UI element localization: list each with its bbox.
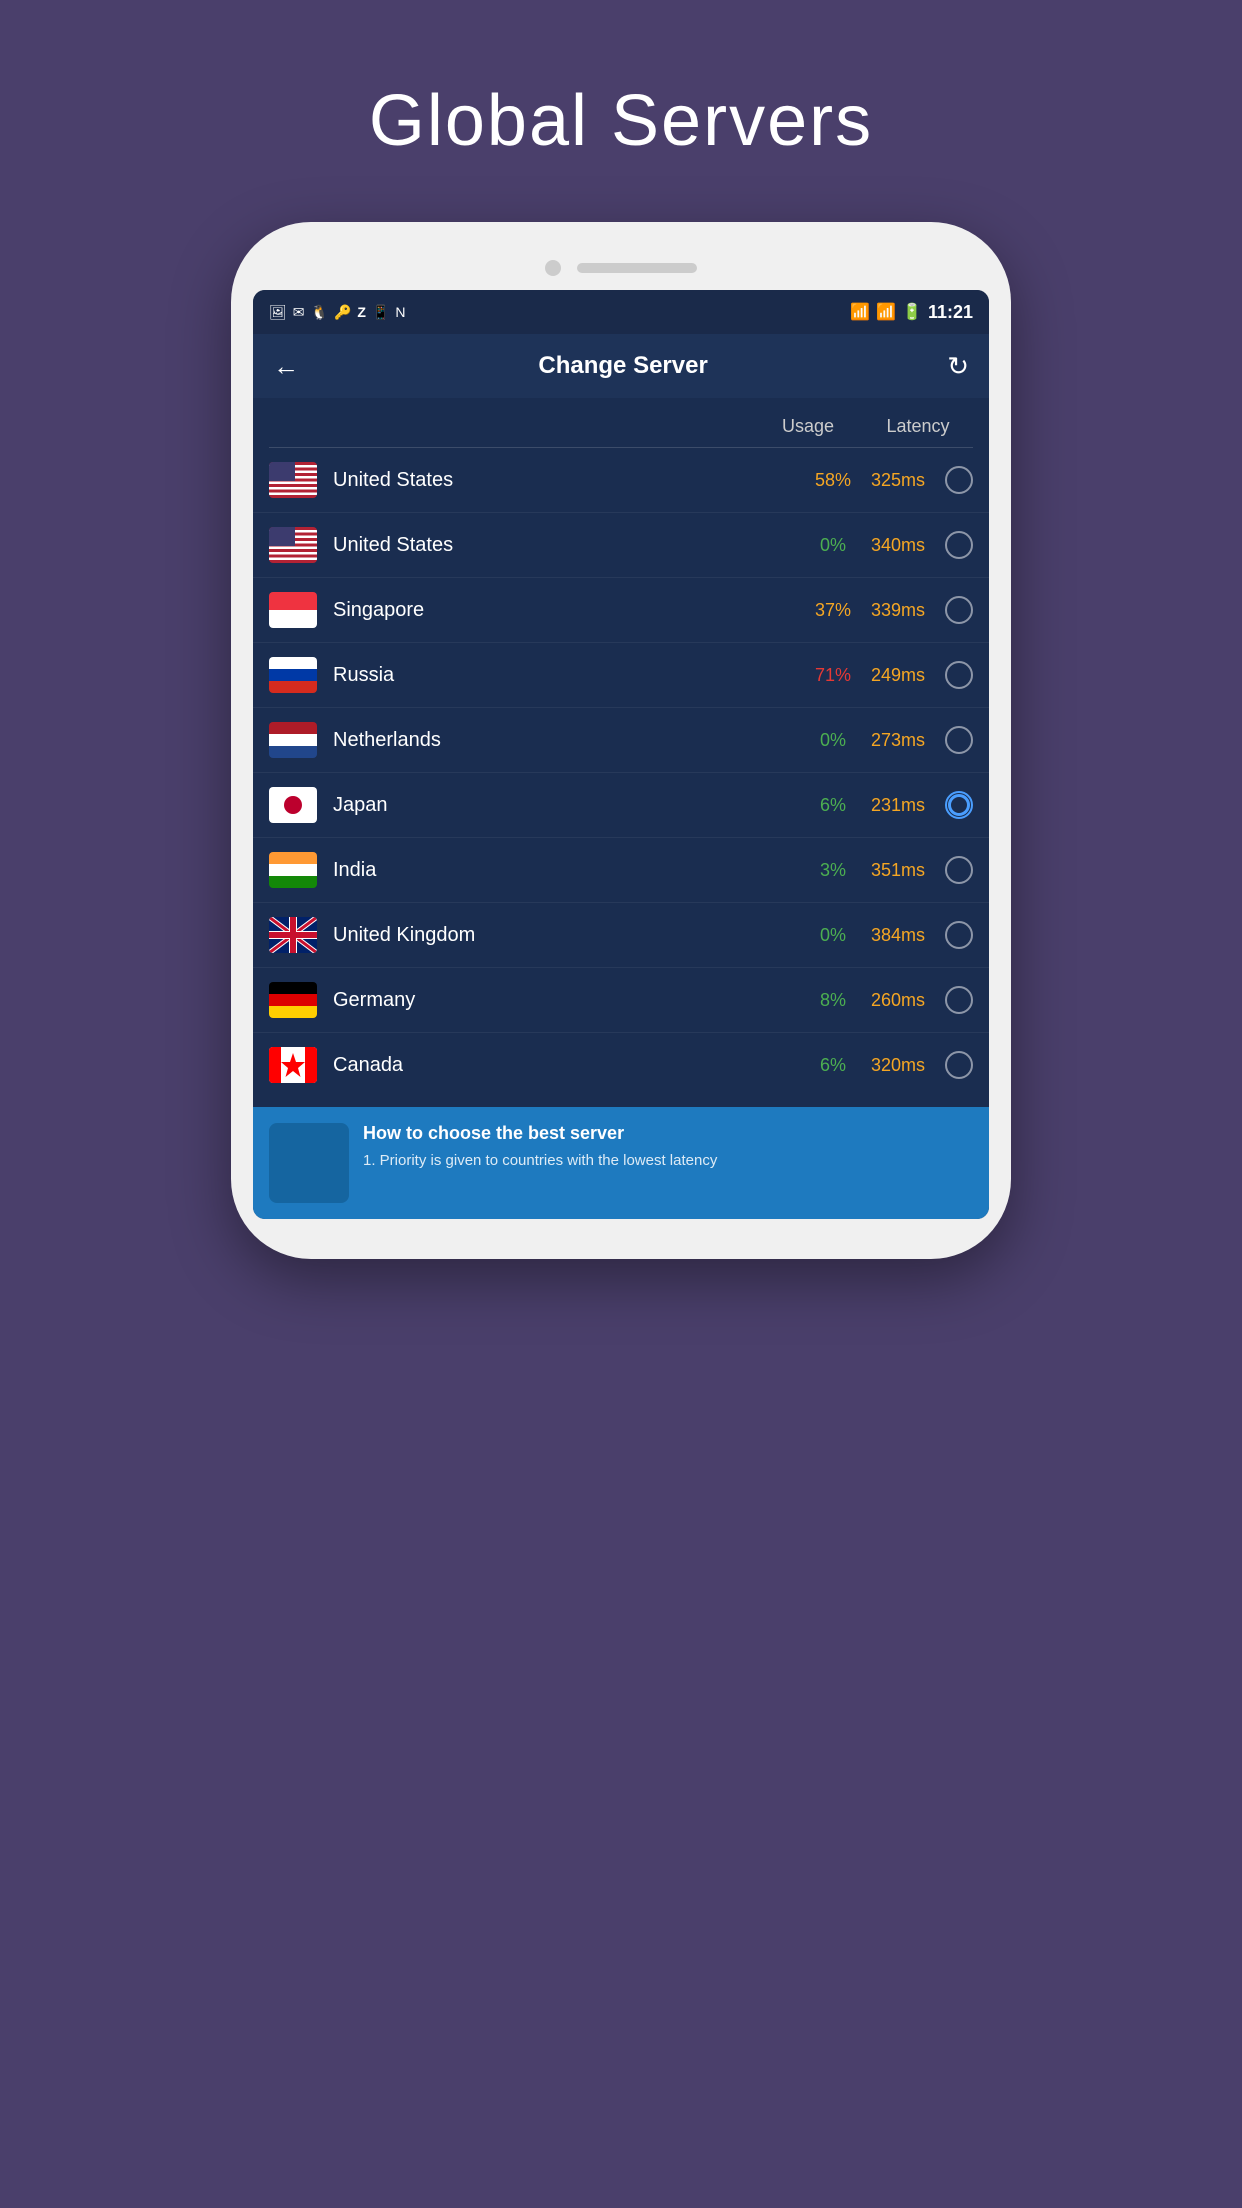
server-radio[interactable] <box>945 921 973 949</box>
status-icon-2: ✉ <box>293 304 305 321</box>
signal-icon: 📶 <box>876 302 896 322</box>
flag-nl <box>269 722 317 758</box>
server-name: Russia <box>333 664 803 687</box>
info-icon <box>269 1123 349 1203</box>
flag-de <box>269 982 317 1018</box>
status-icon-6: 📱 <box>372 304 389 321</box>
phone-camera <box>545 260 561 276</box>
flag-us-2 <box>269 527 317 563</box>
server-usage: 6% <box>803 795 863 816</box>
battery-icon: 🔋 <box>902 302 922 322</box>
info-title: How to choose the best server <box>363 1123 973 1144</box>
status-icon-1: 🖼 <box>269 304 287 321</box>
server-latency: 384ms <box>863 925 933 946</box>
status-icon-5: Z <box>357 304 366 320</box>
server-name: United States <box>333 469 803 492</box>
server-list-header: Usage Latency <box>269 408 973 448</box>
app-header: ← Change Server ↻ <box>253 334 989 398</box>
server-name: United Kingdom <box>333 924 803 947</box>
status-bar: 🖼 ✉ 🐧 🔑 Z 📱 N 📶 📶 🔋 11:21 <box>253 290 989 334</box>
status-icon-7: N <box>395 304 405 320</box>
server-latency: 351ms <box>863 860 933 881</box>
server-latency: 339ms <box>863 600 933 621</box>
server-radio[interactable] <box>945 661 973 689</box>
flag-gb <box>269 917 317 953</box>
wifi-icon: 📶 <box>850 302 870 322</box>
server-name: Germany <box>333 989 803 1012</box>
flag-us-1 <box>269 462 317 498</box>
server-usage: 58% <box>803 470 863 491</box>
status-icon-3: 🐧 <box>311 304 328 321</box>
server-latency: 325ms <box>863 470 933 491</box>
info-section: How to choose the best server 1. Priorit… <box>253 1107 989 1219</box>
refresh-button[interactable]: ↻ <box>947 351 969 382</box>
flag-in <box>269 852 317 888</box>
server-name: Japan <box>333 794 803 817</box>
server-usage: 3% <box>803 860 863 881</box>
server-usage: 0% <box>803 535 863 556</box>
flag-ca <box>269 1047 317 1083</box>
server-latency: 320ms <box>863 1055 933 1076</box>
server-row[interactable]: Germany 8% 260ms <box>253 968 989 1033</box>
server-row[interactable]: Netherlands 0% 273ms <box>253 708 989 773</box>
back-button[interactable]: ← <box>273 351 299 382</box>
server-name: United States <box>333 534 803 557</box>
server-radio[interactable] <box>945 856 973 884</box>
server-usage: 6% <box>803 1055 863 1076</box>
header-title: Change Server <box>538 352 707 380</box>
server-name: Singapore <box>333 599 803 622</box>
flag-jp <box>269 787 317 823</box>
server-radio[interactable] <box>945 986 973 1014</box>
status-bar-icons: 🖼 ✉ 🐧 🔑 Z 📱 N <box>269 304 406 321</box>
server-usage: 8% <box>803 990 863 1011</box>
server-name: Netherlands <box>333 729 803 752</box>
latency-column-header: Latency <box>883 416 953 437</box>
phone-screen: 🖼 ✉ 🐧 🔑 Z 📱 N 📶 📶 🔋 11:21 ← Change Serve… <box>253 290 989 1219</box>
status-right: 📶 📶 🔋 11:21 <box>850 302 973 323</box>
server-name: India <box>333 859 803 882</box>
server-row[interactable]: Japan 6% 231ms <box>253 773 989 838</box>
server-list-container: Usage Latency United States 58% 325ms Un… <box>253 398 989 1107</box>
server-latency: 231ms <box>863 795 933 816</box>
server-row[interactable]: Russia 71% 249ms <box>253 643 989 708</box>
phone-frame: 🖼 ✉ 🐧 🔑 Z 📱 N 📶 📶 🔋 11:21 ← Change Serve… <box>231 222 1011 1259</box>
server-radio[interactable] <box>945 1051 973 1079</box>
server-usage: 0% <box>803 925 863 946</box>
flag-sg <box>269 592 317 628</box>
server-usage: 0% <box>803 730 863 751</box>
flag-ru <box>269 657 317 693</box>
server-latency: 340ms <box>863 535 933 556</box>
server-radio[interactable] <box>945 531 973 559</box>
page-title: Global Servers <box>369 80 873 162</box>
server-latency: 249ms <box>863 665 933 686</box>
server-row[interactable]: United Kingdom 0% 384ms <box>253 903 989 968</box>
server-row[interactable]: United States 0% 340ms <box>253 513 989 578</box>
server-latency: 260ms <box>863 990 933 1011</box>
status-time: 11:21 <box>928 302 973 323</box>
server-usage: 71% <box>803 665 863 686</box>
status-icon-4: 🔑 <box>334 304 351 321</box>
server-radio[interactable] <box>945 466 973 494</box>
usage-column-header: Usage <box>773 416 843 437</box>
server-radio[interactable] <box>945 596 973 624</box>
server-radio-selected[interactable] <box>945 791 973 819</box>
info-text: How to choose the best server 1. Priorit… <box>363 1123 973 1171</box>
server-latency: 273ms <box>863 730 933 751</box>
server-row[interactable]: United States 58% 325ms <box>253 448 989 513</box>
info-description: 1. Priority is given to countries with t… <box>363 1150 973 1171</box>
phone-speaker <box>577 263 697 273</box>
server-usage: 37% <box>803 600 863 621</box>
phone-top-bar <box>253 250 989 290</box>
server-row[interactable]: Canada 6% 320ms <box>253 1033 989 1097</box>
server-radio[interactable] <box>945 726 973 754</box>
server-row[interactable]: India 3% 351ms <box>253 838 989 903</box>
server-row[interactable]: Singapore 37% 339ms <box>253 578 989 643</box>
server-name: Canada <box>333 1054 803 1077</box>
